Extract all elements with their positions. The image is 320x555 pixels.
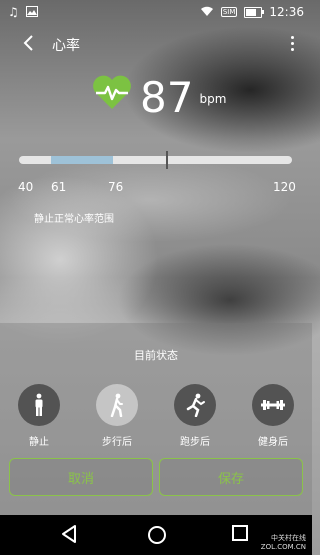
- nav-back-icon[interactable]: [60, 524, 78, 544]
- state-option-rest[interactable]: [18, 384, 60, 426]
- current-rate-marker: [166, 151, 168, 169]
- dumbbell-icon: [261, 400, 285, 410]
- range-tick-high: 76: [108, 180, 124, 194]
- heart-rate-range-bar: [19, 151, 292, 169]
- nav-home-icon[interactable]: [148, 526, 166, 544]
- app-bar: 心率: [0, 28, 312, 60]
- battery-icon: [244, 6, 265, 18]
- state-option-workout[interactable]: [252, 384, 294, 426]
- range-caption: 静止正常心率范围: [34, 214, 114, 225]
- state-label-walk: 步行后: [102, 437, 132, 448]
- range-tick-min: 40: [18, 180, 34, 194]
- watermark: 中关村在线 ZOL.COM.CN: [260, 534, 306, 551]
- page-title: 心率: [52, 38, 80, 54]
- state-title: 目前状态: [134, 349, 178, 362]
- normal-range-fill: [51, 156, 113, 164]
- back-arrow-icon[interactable]: [18, 32, 40, 54]
- sim-icon: SIM: [220, 7, 238, 17]
- more-options-icon[interactable]: [286, 32, 298, 54]
- heart-rate-readout: 87 bpm: [92, 70, 226, 120]
- image-icon: [25, 5, 38, 19]
- cancel-button[interactable]: 取消: [9, 458, 153, 496]
- nav-recents-icon[interactable]: [232, 525, 248, 541]
- state-label-rest: 静止: [29, 437, 49, 448]
- heart-rate-value: 87: [140, 73, 194, 122]
- state-option-walk[interactable]: [96, 384, 138, 426]
- status-time: 12:36: [269, 5, 304, 19]
- save-button[interactable]: 保存: [159, 458, 303, 496]
- state-option-run[interactable]: [174, 384, 216, 426]
- status-bar: ♫ SIM 12:36: [0, 0, 312, 24]
- range-tick-max: 120: [273, 180, 296, 194]
- wifi-icon: [200, 6, 214, 19]
- state-label-workout: 健身后: [258, 437, 288, 448]
- heart-pulse-icon: [93, 75, 131, 109]
- walking-person-icon: [110, 393, 123, 417]
- range-tick-low: 61: [51, 180, 67, 194]
- standing-person-icon: [35, 393, 43, 416]
- music-note-icon: ♫: [8, 5, 19, 19]
- running-person-icon: [186, 393, 205, 417]
- state-label-run: 跑步后: [180, 437, 210, 448]
- heart-rate-unit: bpm: [199, 92, 227, 106]
